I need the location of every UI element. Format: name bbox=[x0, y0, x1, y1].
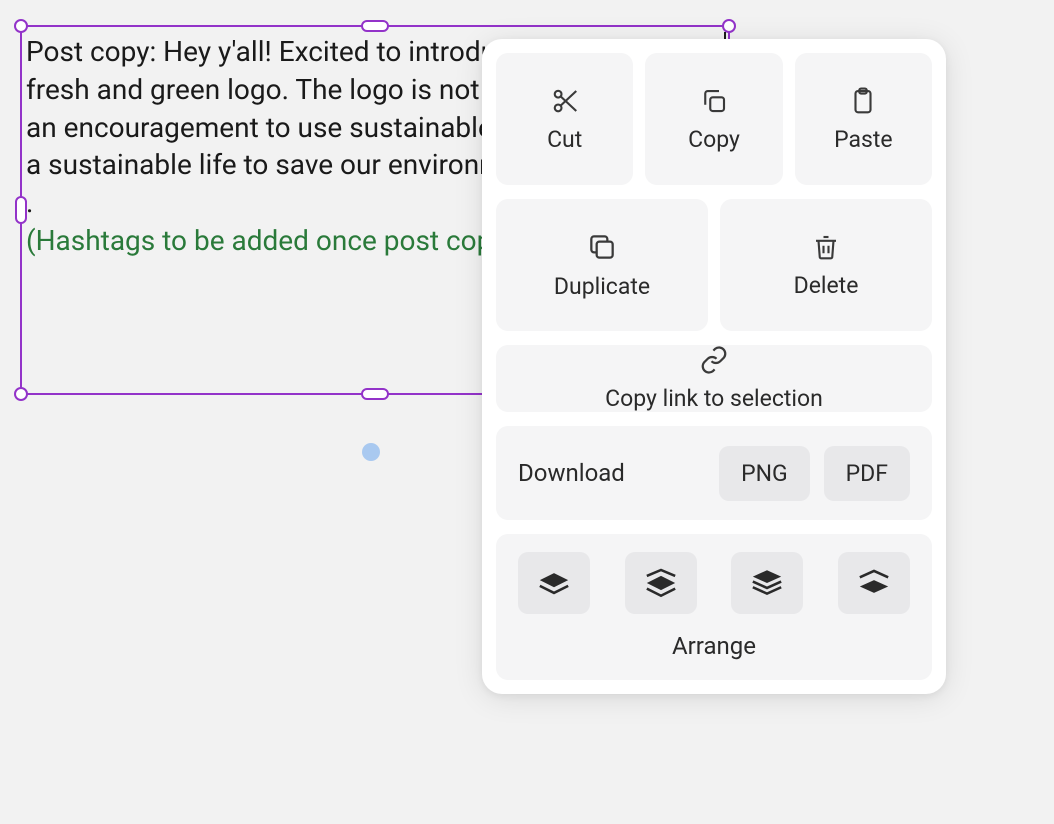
trash-icon bbox=[811, 232, 841, 262]
cut-label: Cut bbox=[547, 126, 582, 153]
collaborator-cursor-dot bbox=[362, 443, 380, 461]
arrange-label: Arrange bbox=[518, 632, 910, 660]
scissors-icon bbox=[550, 86, 580, 116]
duplicate-button[interactable]: Duplicate bbox=[496, 199, 708, 331]
clipboard-icon bbox=[848, 86, 878, 116]
arrange-icons-row bbox=[518, 552, 910, 614]
copy-link-label: Copy link to selection bbox=[605, 385, 823, 412]
copy-label: Copy bbox=[688, 126, 740, 153]
duplicate-icon bbox=[586, 231, 618, 263]
copy-button[interactable]: Copy bbox=[645, 53, 782, 185]
bring-forward-button[interactable] bbox=[518, 552, 590, 614]
resize-handle-bottom[interactable] bbox=[361, 388, 389, 400]
separator-dot: . bbox=[26, 186, 33, 219]
send-backward-icon bbox=[644, 568, 678, 598]
pdf-label: PDF bbox=[846, 460, 888, 487]
copy-link-button[interactable]: Copy link to selection bbox=[496, 345, 932, 412]
download-label: Download bbox=[518, 459, 705, 487]
bring-forward-icon bbox=[537, 568, 571, 598]
bring-to-front-button[interactable] bbox=[731, 552, 803, 614]
resize-handle-top-right[interactable] bbox=[722, 19, 736, 33]
paste-label: Paste bbox=[834, 126, 893, 153]
arrange-panel: Arrange bbox=[496, 534, 932, 680]
paste-button[interactable]: Paste bbox=[795, 53, 932, 185]
resize-handle-top[interactable] bbox=[361, 20, 389, 32]
send-to-back-icon bbox=[857, 568, 891, 598]
send-backward-button[interactable] bbox=[625, 552, 697, 614]
delete-label: Delete bbox=[794, 272, 859, 299]
context-menu-row-1: Cut Copy Paste bbox=[496, 53, 932, 185]
download-png-button[interactable]: PNG bbox=[719, 446, 810, 501]
send-to-back-button[interactable] bbox=[838, 552, 910, 614]
context-menu-row-2: Duplicate Delete bbox=[496, 199, 932, 331]
resize-handle-bottom-left[interactable] bbox=[14, 387, 28, 401]
context-menu: Cut Copy Paste bbox=[482, 39, 946, 694]
delete-button[interactable]: Delete bbox=[720, 199, 932, 331]
duplicate-label: Duplicate bbox=[554, 273, 650, 300]
png-label: PNG bbox=[741, 460, 788, 487]
download-panel: Download PNG PDF bbox=[496, 426, 932, 520]
bring-to-front-icon bbox=[750, 568, 784, 598]
resize-handle-left[interactable] bbox=[15, 196, 27, 224]
copy-icon bbox=[699, 86, 729, 116]
link-icon bbox=[699, 345, 729, 375]
download-pdf-button[interactable]: PDF bbox=[824, 446, 910, 501]
cut-button[interactable]: Cut bbox=[496, 53, 633, 185]
resize-handle-top-left[interactable] bbox=[14, 19, 28, 33]
